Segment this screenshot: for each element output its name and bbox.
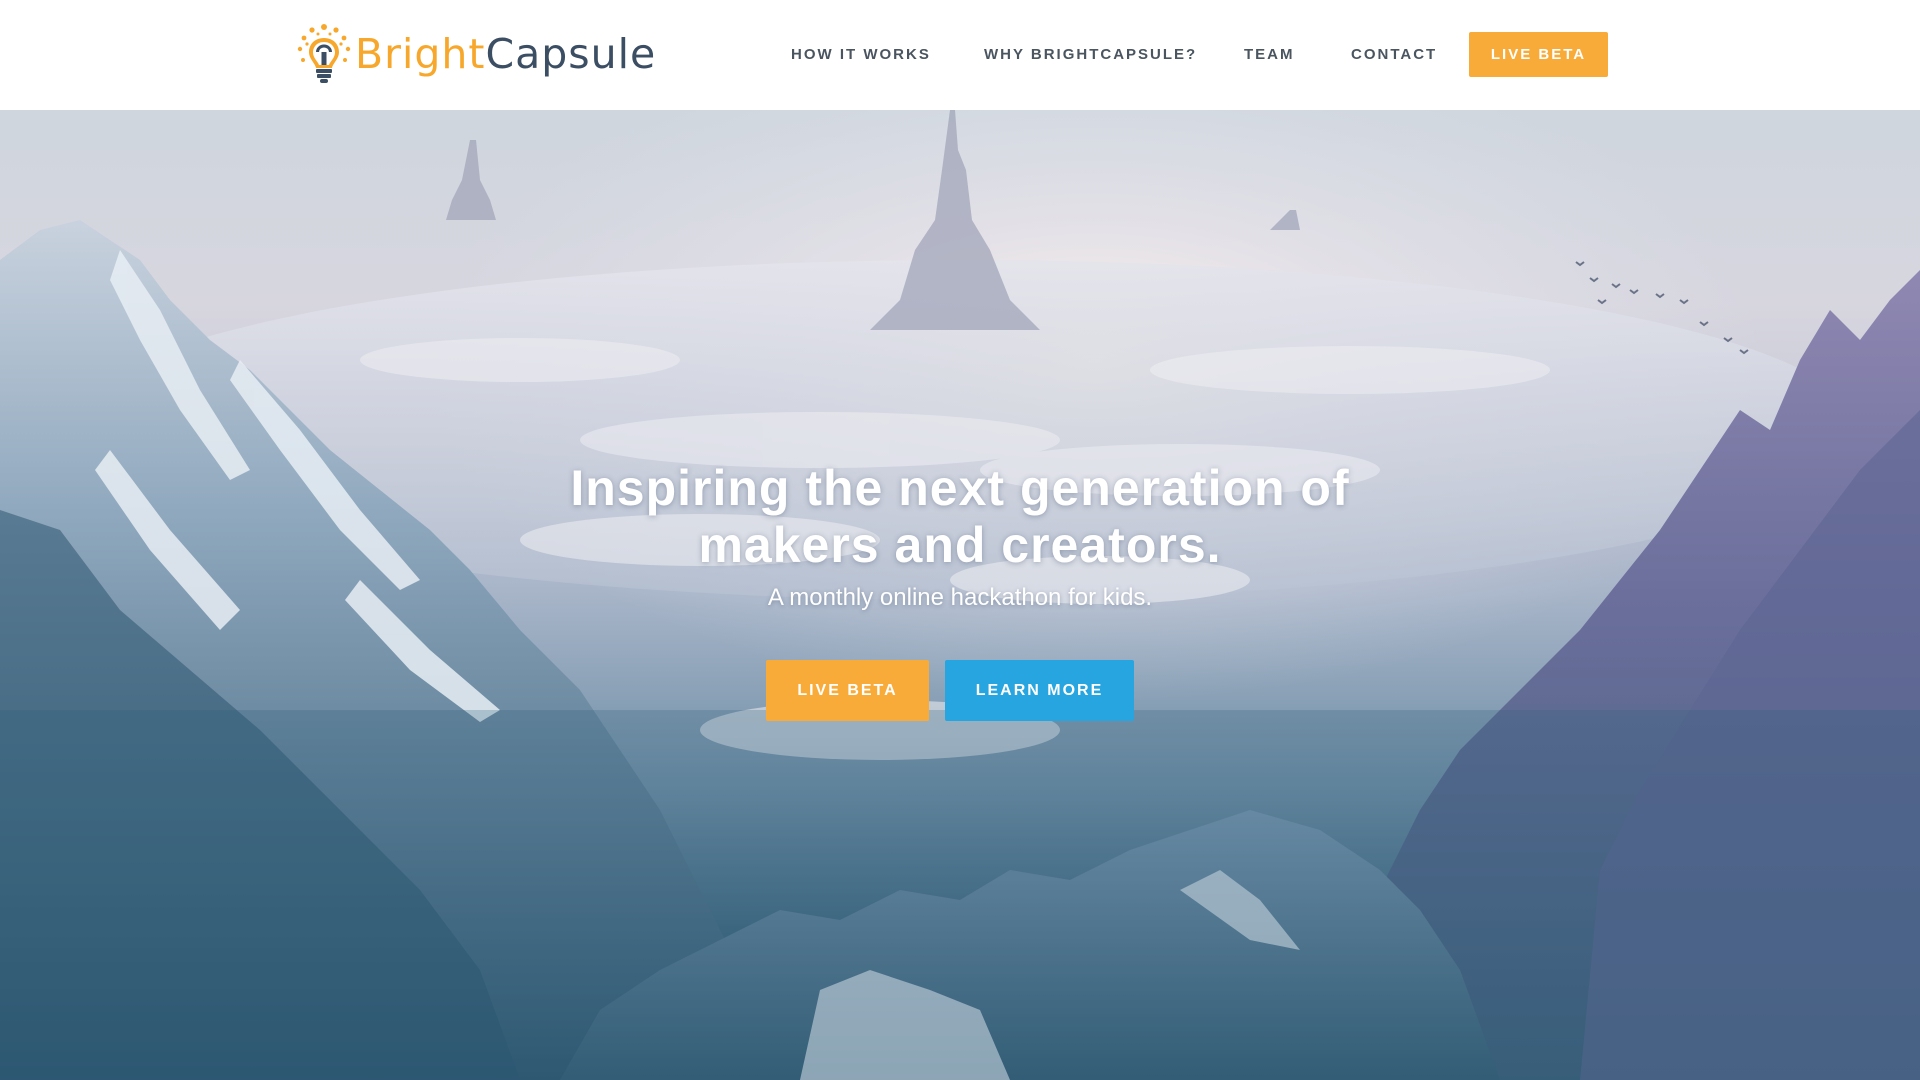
hero-title-line2: makers and creators.	[698, 517, 1222, 573]
hero-subtitle: A monthly online hackathon for kids.	[767, 584, 1153, 611]
nav-live-beta-button[interactable]: LIVE BETA	[1469, 32, 1608, 77]
lightbulb-icon	[297, 24, 351, 83]
nav-why-brightcapsule[interactable]: WHY BRIGHTCAPSULE?	[984, 0, 1197, 110]
brand-name-capsule: Capsule	[485, 30, 657, 78]
hero-title-line1: Inspiring the next generation of	[570, 460, 1350, 516]
nav-team[interactable]: TEAM	[1244, 0, 1295, 110]
brand-name-bright: Bright	[355, 30, 486, 78]
hero-section: Inspiring the next generation of makers …	[0, 110, 1920, 1080]
nav-how-it-works[interactable]: HOW IT WORKS	[791, 0, 931, 110]
hero-live-beta-button[interactable]: LIVE BETA	[766, 660, 929, 721]
hero-title: Inspiring the next generation of makers …	[460, 460, 1460, 574]
nav-contact[interactable]: CONTACT	[1351, 0, 1437, 110]
brand-logo[interactable]: BrightCapsule	[295, 22, 656, 86]
site-header: BrightCapsule HOW IT WORKS WHY BRIGHTCAP…	[0, 0, 1920, 110]
brand-name: BrightCapsule	[355, 22, 656, 86]
hero-learn-more-button[interactable]: LEARN MORE	[945, 660, 1134, 721]
